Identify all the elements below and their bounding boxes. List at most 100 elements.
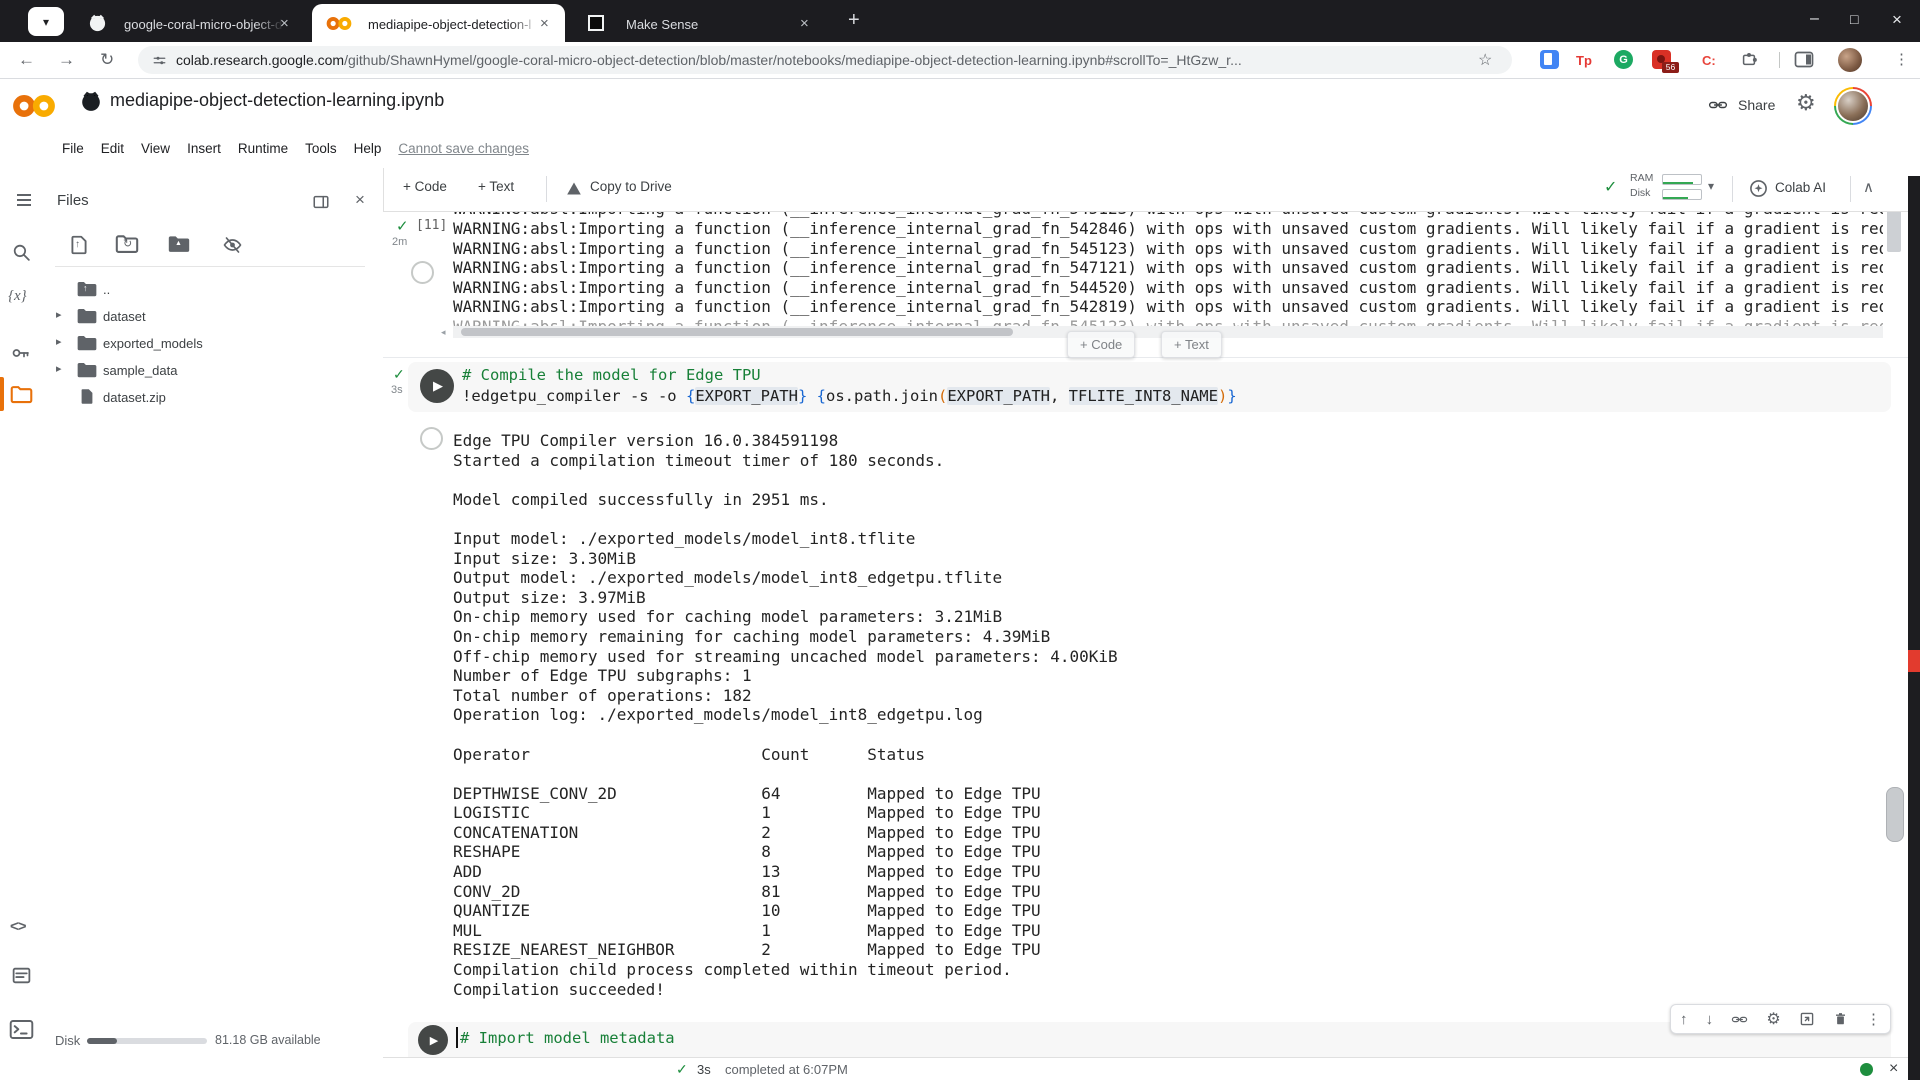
execution-count-badge[interactable]: [11] — [416, 218, 447, 233]
menu-insert[interactable]: Insert — [187, 141, 221, 156]
account-avatar-ring[interactable] — [1834, 87, 1872, 125]
forward-icon[interactable]: → — [58, 50, 75, 70]
insert-text-button[interactable]: + Text — [1161, 331, 1222, 358]
tree-caret-icon[interactable]: ▸ — [56, 362, 62, 375]
menu-edit[interactable]: Edit — [101, 141, 124, 156]
insert-code-button[interactable]: + Code — [1067, 331, 1136, 358]
tree-caret-icon[interactable]: ▸ — [56, 335, 62, 348]
hide-files-eye-off-icon[interactable] — [221, 235, 244, 255]
menu-tools[interactable]: Tools — [305, 141, 337, 156]
menu-runtime[interactable]: Runtime — [238, 141, 288, 156]
close-icon[interactable]: × — [800, 16, 809, 31]
tree-item-up[interactable]: .. — [103, 282, 110, 297]
extension-blue-glyph — [1544, 53, 1552, 65]
resources-caret-icon[interactable]: ▾ — [1708, 179, 1714, 193]
table-of-contents-icon[interactable] — [11, 192, 31, 208]
window-close-button[interactable]: × — [1892, 10, 1902, 30]
terminal-icon[interactable] — [9, 1019, 34, 1040]
secrets-key-icon[interactable] — [10, 343, 32, 363]
console-panel-icon[interactable] — [11, 965, 32, 986]
link-cell-icon[interactable] — [1731, 1011, 1748, 1028]
browser-avatar[interactable] — [1838, 48, 1862, 72]
extension-c-icon[interactable]: C: — [1702, 53, 1716, 68]
tab-search-chevron-button[interactable]: ▾ — [28, 7, 64, 36]
tab-google-coral[interactable]: google-coral-micro-object-d × — [76, 4, 304, 42]
code-token: TFLITE_INT8_NAME — [1068, 387, 1218, 405]
close-icon[interactable]: × — [540, 16, 549, 31]
horizontal-scrollbar-thumb[interactable] — [461, 328, 1013, 336]
menu-view[interactable]: View — [141, 141, 170, 156]
browser-addressbar: ← → ↻ colab.research.google.com/github/S… — [0, 42, 1920, 79]
code-cell-import[interactable]: ▶ # Import model metadata — [408, 1022, 1891, 1057]
close-icon[interactable]: × — [280, 16, 289, 31]
code-snippets-icon[interactable]: <> — [10, 918, 27, 935]
ram-meter[interactable] — [1662, 174, 1702, 185]
close-status-icon[interactable]: × — [1889, 1060, 1898, 1078]
github-icon — [82, 91, 100, 111]
add-text-button[interactable]: + Text — [478, 179, 514, 194]
run-cell-button[interactable]: ▶ — [420, 369, 454, 403]
variables-icon[interactable]: {x} — [8, 288, 27, 305]
tab-make-sense[interactable]: Make Sense × — [572, 4, 824, 42]
page-scrollbar-track[interactable] — [1908, 176, 1920, 1080]
side-panel-icon[interactable] — [1794, 51, 1814, 68]
browser-menu-kebab-icon[interactable]: ⋮ — [1894, 50, 1909, 68]
cell-settings-gear-icon[interactable]: ⚙ — [1766, 1009, 1780, 1029]
tree-item-dataset[interactable]: dataset — [103, 309, 146, 324]
colab-ai-button[interactable]: Colab AI — [1775, 180, 1826, 195]
bookmark-star-icon[interactable]: ☆ — [1478, 50, 1492, 70]
open-in-tab-icon[interactable] — [1799, 1011, 1815, 1027]
upload-file-icon[interactable]: ↑ — [68, 234, 90, 256]
url-omnibox[interactable]: colab.research.google.com/github/ShawnHy… — [138, 46, 1512, 74]
cell-more-kebab-icon[interactable]: ⋮ — [1866, 1010, 1881, 1028]
move-cell-down-icon[interactable]: ↓ — [1706, 1011, 1714, 1028]
up-folder-icon[interactable]: ↑ — [76, 280, 98, 298]
save-status-link[interactable]: Cannot save changes — [398, 141, 529, 156]
extension-tp-icon[interactable]: Tp — [1576, 53, 1592, 68]
output-collapse-icon[interactable] — [411, 261, 434, 284]
tree-caret-icon[interactable]: ▸ — [56, 308, 62, 321]
notebook-title[interactable]: mediapipe-object-detection-learning.ipyn… — [110, 90, 810, 111]
code-comment[interactable]: # Import model metadata — [460, 1028, 675, 1049]
new-tab-button[interactable]: + — [848, 9, 860, 32]
menu-file[interactable]: File — [62, 141, 84, 156]
share-button[interactable]: Share — [1738, 97, 1775, 113]
add-code-button[interactable]: + Code — [403, 179, 447, 194]
files-folder-icon[interactable] — [10, 385, 33, 404]
disk-meter[interactable] — [1662, 189, 1702, 200]
play-icon: ▶ — [429, 1034, 439, 1047]
output-collapse-icon[interactable] — [420, 427, 443, 450]
back-icon[interactable]: ← — [18, 50, 35, 70]
delete-cell-trash-icon[interactable] — [1833, 1011, 1848, 1027]
window-maximize-button[interactable]: □ — [1850, 11, 1858, 27]
reload-icon[interactable]: ↻ — [100, 50, 114, 70]
run-cell-button[interactable]: ▶ — [418, 1025, 448, 1055]
extension-blue-icon[interactable] — [1540, 50, 1559, 69]
open-in-split-icon[interactable] — [312, 193, 330, 211]
move-cell-up-icon[interactable]: ↑ — [1680, 1011, 1688, 1028]
vertical-scrollbar-thumb[interactable] — [1887, 212, 1901, 252]
tree-item-dataset-zip[interactable]: dataset.zip — [103, 390, 166, 405]
close-files-panel-icon[interactable]: × — [355, 190, 365, 210]
menu-help[interactable]: Help — [354, 141, 382, 156]
notebook-main: WARNING:absl:Importing a function (__inf… — [383, 212, 1908, 1057]
search-icon[interactable] — [11, 242, 32, 263]
extension-g-icon[interactable]: G — [1614, 50, 1633, 69]
mount-drive-icon[interactable]: ▲ — [167, 234, 191, 256]
extension-red-icon[interactable]: 56 — [1652, 50, 1679, 73]
window-minimize-button[interactable]: – — [1810, 10, 1819, 28]
settings-gear-icon[interactable]: ⚙ — [1796, 90, 1816, 116]
scroll-left-arrow-icon[interactable]: ◂ — [441, 327, 446, 338]
tab-mediapipe-active[interactable]: mediapipe-object-detection-l × — [312, 4, 565, 42]
extensions-puzzle-icon[interactable] — [1740, 50, 1758, 68]
site-settings-icon[interactable] — [152, 53, 167, 68]
tree-item-sample-data[interactable]: sample_data — [103, 363, 177, 378]
share-link-icon[interactable] — [1708, 95, 1728, 115]
copy-to-drive-button[interactable]: Copy to Drive — [590, 179, 672, 194]
refresh-folder-icon[interactable]: ↻ — [115, 234, 139, 256]
code-editor[interactable]: # Compile the model for Edge TPU !edgetp… — [462, 365, 1237, 407]
code-cell-compile[interactable]: ▶ # Compile the model for Edge TPU !edge… — [408, 362, 1891, 412]
tree-item-exported-models[interactable]: exported_models — [103, 336, 203, 351]
notebook-scrollbar-thumb[interactable] — [1886, 787, 1904, 842]
collapse-toolbar-icon[interactable]: ∧ — [1863, 178, 1874, 196]
